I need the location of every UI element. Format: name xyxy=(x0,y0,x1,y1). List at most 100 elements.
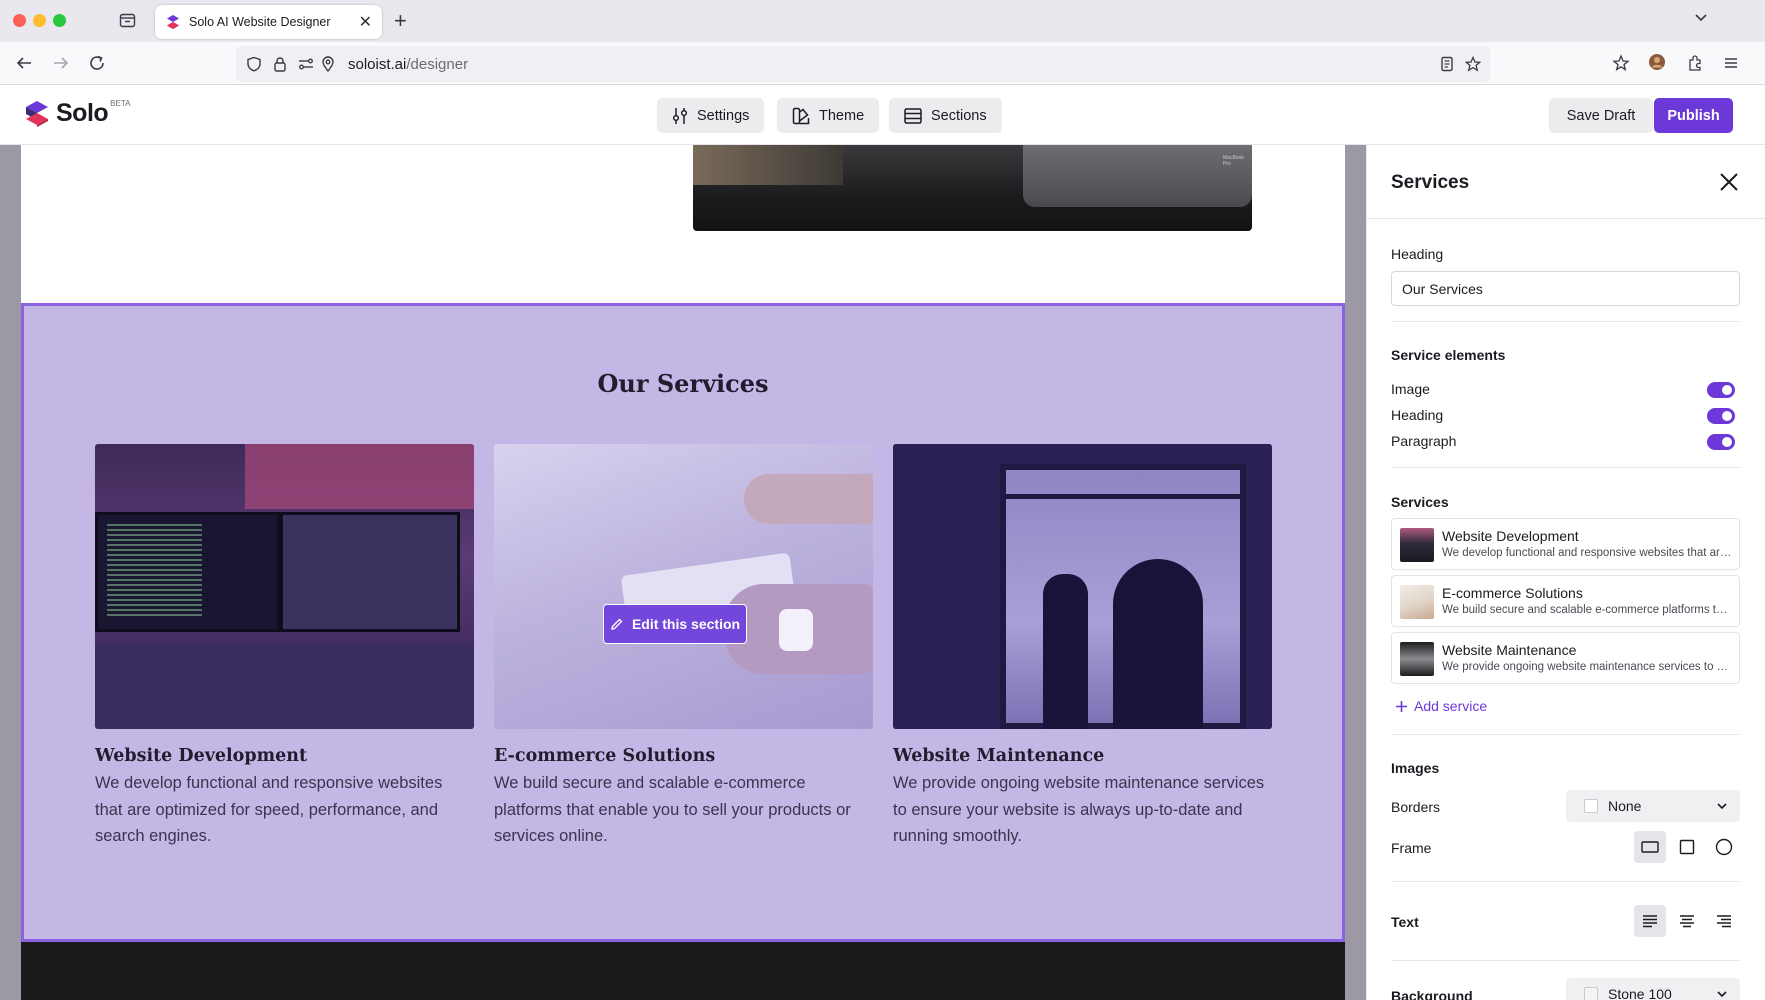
tab-title: Solo AI Website Designer xyxy=(189,15,331,29)
service-list-item[interactable]: Website Development We develop functiona… xyxy=(1391,518,1740,570)
tab-overview-icon[interactable] xyxy=(119,12,136,29)
website-preview: MacBook Pro Our Services Website Develop… xyxy=(21,145,1345,1000)
service-image-maintenance[interactable] xyxy=(893,444,1272,729)
image-watch xyxy=(779,609,813,651)
divider xyxy=(1391,734,1740,735)
divider xyxy=(1391,467,1740,468)
image-monitor xyxy=(280,512,460,632)
save-to-pocket-icon[interactable] xyxy=(1612,54,1630,77)
extensions-icon[interactable] xyxy=(1686,54,1704,77)
hero-image[interactable]: MacBook Pro xyxy=(693,145,1252,231)
service-title[interactable]: E-commerce Solutions xyxy=(494,746,873,766)
next-section-preview[interactable] xyxy=(21,942,1345,1000)
service-image-website-development[interactable] xyxy=(95,444,474,729)
url-bar[interactable]: soloist.ai/designer xyxy=(236,46,1490,82)
frame-square-icon[interactable] xyxy=(1671,831,1703,863)
service-list-item[interactable]: Website Maintenance We provide ongoing w… xyxy=(1391,632,1740,684)
heading-toggle[interactable] xyxy=(1707,408,1735,424)
theme-button[interactable]: Theme xyxy=(777,98,880,133)
browser-tab-active[interactable]: Solo AI Website Designer ✕ xyxy=(155,5,382,39)
background-select[interactable]: Stone 100 xyxy=(1566,978,1740,1000)
add-service-button[interactable]: Add service xyxy=(1395,698,1487,714)
maximize-window-button[interactable] xyxy=(53,14,66,27)
service-text[interactable]: We build secure and scalable e-commerce … xyxy=(494,770,873,850)
service-card[interactable]: Edit this section E-commerce Solutions W… xyxy=(494,444,873,850)
image-person xyxy=(1113,559,1203,729)
permissions-icon[interactable] xyxy=(298,56,314,77)
chevron-down-icon xyxy=(1717,803,1727,810)
pencil-icon xyxy=(611,618,623,630)
image-toggle[interactable] xyxy=(1707,382,1735,398)
tracking-shield-icon[interactable] xyxy=(246,56,262,77)
service-title[interactable]: Website Development xyxy=(95,746,474,766)
panel-header: Services xyxy=(1367,145,1765,219)
align-right-icon[interactable] xyxy=(1708,905,1740,937)
service-list-item[interactable]: E-commerce Solutions We build secure and… xyxy=(1391,575,1740,627)
minimize-window-button[interactable] xyxy=(33,14,46,27)
close-window-button[interactable] xyxy=(13,14,26,27)
lock-icon[interactable] xyxy=(272,56,288,77)
reader-view-icon[interactable] xyxy=(1439,56,1455,77)
border-swatch xyxy=(1584,799,1598,813)
sliders-icon xyxy=(672,107,688,124)
service-thumbnail xyxy=(1400,528,1434,562)
menu-icon[interactable] xyxy=(1722,54,1740,77)
align-center-icon[interactable] xyxy=(1671,905,1703,937)
service-thumbnail xyxy=(1400,585,1434,619)
account-avatar-icon[interactable] xyxy=(1648,53,1666,76)
service-card[interactable]: Website Maintenance We provide ongoing w… xyxy=(893,444,1272,850)
reload-icon[interactable] xyxy=(88,54,106,77)
paragraph-toggle[interactable] xyxy=(1707,434,1735,450)
service-text[interactable]: We develop functional and responsive web… xyxy=(95,770,474,850)
borders-label: Borders xyxy=(1391,799,1441,815)
settings-label: Settings xyxy=(697,107,750,124)
designer-header: Solo BETA Settings Theme Sections Save D… xyxy=(0,85,1765,145)
forward-icon[interactable] xyxy=(52,54,70,77)
background-value: Stone 100 xyxy=(1608,986,1672,1000)
browser-nav-bar: soloist.ai/designer xyxy=(0,42,1765,85)
hero-image-laptop xyxy=(1023,145,1252,207)
back-icon[interactable] xyxy=(15,54,33,77)
bookmark-star-icon[interactable] xyxy=(1464,55,1482,77)
save-draft-button[interactable]: Save Draft xyxy=(1549,98,1653,133)
heading-input[interactable] xyxy=(1391,271,1740,306)
publish-button[interactable]: Publish xyxy=(1654,98,1733,133)
image-backdrop xyxy=(245,444,474,509)
service-card[interactable]: Website Development We develop functiona… xyxy=(95,444,474,850)
services-heading[interactable]: Our Services xyxy=(24,369,1342,398)
heading-field-label: Heading xyxy=(1391,246,1444,262)
service-text[interactable]: We provide ongoing website maintenance s… xyxy=(893,770,1272,850)
service-image-ecommerce[interactable]: Edit this section xyxy=(494,444,873,729)
location-icon[interactable] xyxy=(320,56,336,77)
solo-logo[interactable]: Solo BETA xyxy=(24,99,130,128)
image-window-bar xyxy=(1000,494,1246,499)
settings-button[interactable]: Settings xyxy=(657,98,765,133)
service-list-name: Website Maintenance xyxy=(1442,642,1577,658)
services-section[interactable]: Our Services Website Development We deve… xyxy=(21,303,1345,942)
edit-section-button[interactable]: Edit this section xyxy=(603,604,747,644)
frame-landscape-icon[interactable] xyxy=(1634,831,1666,863)
close-tab-icon[interactable]: ✕ xyxy=(359,12,372,32)
frame-label: Frame xyxy=(1391,840,1432,856)
service-list-desc: We build secure and scalable e-commerce … xyxy=(1442,604,1732,616)
image-code-lines xyxy=(107,524,202,619)
image-person xyxy=(1043,574,1088,729)
align-left-icon[interactable] xyxy=(1634,905,1666,937)
frame-circle-icon[interactable] xyxy=(1708,831,1740,863)
palette-icon xyxy=(792,107,810,124)
services-list-title: Services xyxy=(1391,494,1449,510)
text-align-label: Text xyxy=(1391,914,1419,930)
divider xyxy=(1391,881,1740,882)
sections-button[interactable]: Sections xyxy=(889,98,1002,133)
list-all-tabs-icon[interactable] xyxy=(1694,10,1708,24)
designer-canvas: MacBook Pro Our Services Website Develop… xyxy=(0,145,1366,1000)
element-label-paragraph: Paragraph xyxy=(1391,433,1457,449)
image-desk xyxy=(95,644,474,729)
close-icon[interactable] xyxy=(1718,171,1740,198)
add-service-label: Add service xyxy=(1414,698,1488,714)
new-tab-icon[interactable]: + xyxy=(394,9,407,33)
service-title[interactable]: Website Maintenance xyxy=(893,746,1272,766)
url-path: /designer xyxy=(406,56,469,73)
url-text[interactable]: soloist.ai/designer xyxy=(348,56,468,73)
borders-select[interactable]: None xyxy=(1566,790,1740,822)
